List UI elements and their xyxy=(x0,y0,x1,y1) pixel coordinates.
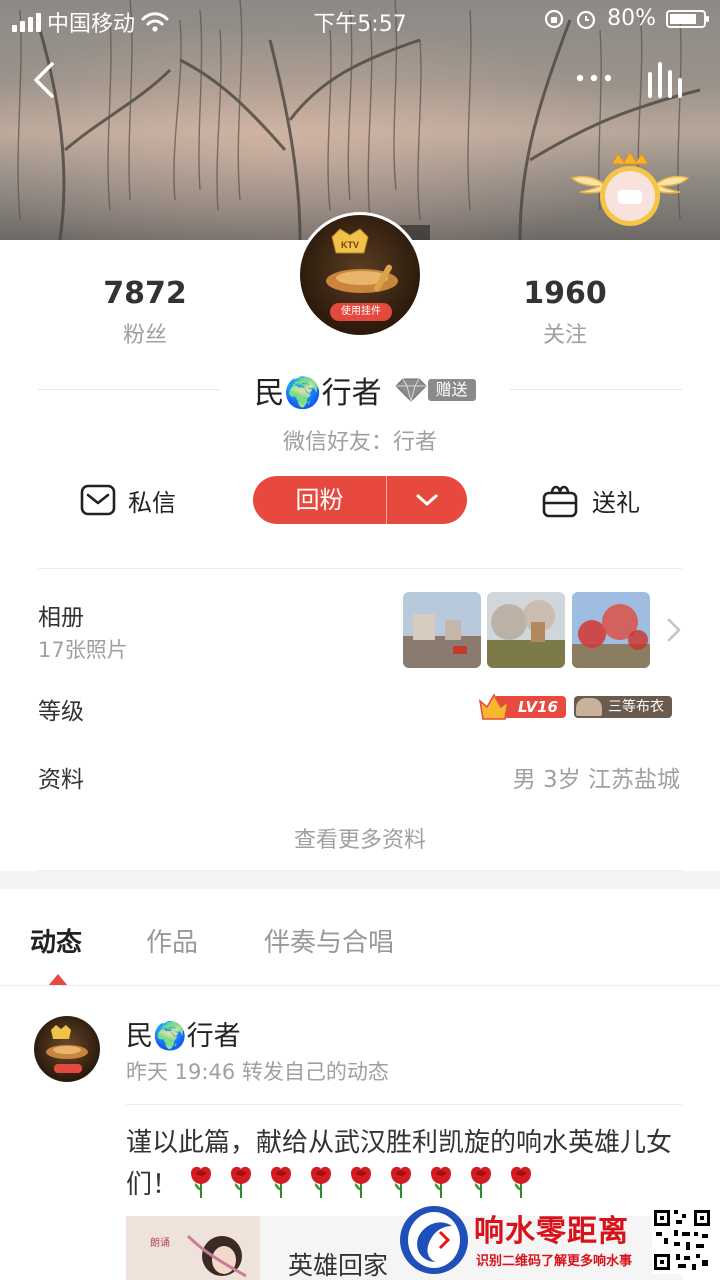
envelope-icon xyxy=(80,484,116,516)
back-button[interactable] xyxy=(28,60,60,100)
battery-percent: 80% xyxy=(607,6,656,31)
song-card-title: 英雄回家 xyxy=(288,1251,389,1280)
level-label: 等级 xyxy=(38,699,84,725)
following-count: 1960 xyxy=(523,276,607,311)
tab-feed[interactable]: 动态 xyxy=(30,922,82,959)
section-separator xyxy=(0,871,720,889)
diamond-icon xyxy=(394,378,427,403)
tab-accompaniment-duet[interactable]: 伴奏与合唱 xyxy=(264,922,394,959)
status-bar: 中国移动 下午5:57 80% xyxy=(0,0,720,40)
tabs-divider xyxy=(0,985,720,986)
user-name: 民🌍行者 xyxy=(254,376,382,411)
svg-text:朗诵: 朗诵 xyxy=(150,1237,170,1249)
tab-works[interactable]: 作品 xyxy=(146,922,198,959)
qr-code-icon xyxy=(652,1206,712,1274)
chevron-down-icon xyxy=(416,494,438,506)
crown-icon xyxy=(478,693,510,720)
album-label: 相册 xyxy=(38,605,84,631)
chevron-right-icon xyxy=(667,618,681,642)
rose-icon xyxy=(351,1166,372,1198)
wechat-friend-text: 微信好友：行者 xyxy=(282,430,437,455)
view-more-info-link[interactable]: 查看更多资料 xyxy=(0,822,720,854)
follow-options-button[interactable] xyxy=(387,476,467,524)
album-photo-thumb[interactable] xyxy=(487,592,565,668)
feed-avatar[interactable] xyxy=(34,1016,100,1082)
fans-stat[interactable]: 7872 粉丝 xyxy=(45,276,245,349)
following-stat[interactable]: 1960 关注 xyxy=(465,276,665,349)
album-count: 17张照片 xyxy=(38,638,128,662)
rose-icon xyxy=(271,1166,292,1198)
watermark-overlay: 响水零距离 识别二维码了解更多响水事 xyxy=(396,1200,720,1280)
avatar-pendant-icon xyxy=(326,264,398,293)
watermark-subtitle: 识别二维码了解更多响水事 xyxy=(476,1254,633,1269)
info-label: 资料 xyxy=(38,767,84,793)
gift-box-icon xyxy=(542,485,578,518)
fans-label: 粉丝 xyxy=(122,323,167,348)
rose-icon xyxy=(511,1166,532,1198)
svg-text:KTV: KTV xyxy=(341,240,359,250)
following-label: 关注 xyxy=(542,323,587,348)
divider xyxy=(38,568,682,569)
more-options-icon[interactable] xyxy=(574,66,614,90)
rose-emoji-row xyxy=(186,1166,546,1200)
rose-icon xyxy=(191,1166,212,1198)
song-cover-image: 朗诵 xyxy=(126,1216,260,1280)
battery-icon xyxy=(666,9,709,28)
vip-crown-badge-icon[interactable] xyxy=(566,150,694,230)
feed-user-name[interactable]: 民🌍行者 xyxy=(126,1014,241,1053)
feed-meta: 昨天 19:46 转发自己的动态 xyxy=(126,1060,389,1084)
avatar-tag: 使用挂件 xyxy=(330,303,392,321)
album-photo-thumb[interactable] xyxy=(403,592,481,668)
orientation-lock-icon xyxy=(544,9,564,28)
feed-text-block: 谨以此篇，献给从武汉胜利凯旋的响水英雄儿女们！ xyxy=(126,1122,686,1206)
rose-icon xyxy=(431,1166,452,1198)
rose-icon xyxy=(391,1166,412,1198)
rose-icon xyxy=(231,1166,252,1198)
avatar-pendant-icon xyxy=(46,1045,88,1059)
watermark-title: 响水零距离 xyxy=(474,1214,629,1249)
rank-badge-text: 三等布衣 xyxy=(608,699,664,715)
gift-tag[interactable]: 赠送 xyxy=(394,377,476,403)
rank-badge[interactable]: 三等布衣 xyxy=(574,696,672,718)
hat-icon xyxy=(576,698,602,716)
album-photo-thumb[interactable] xyxy=(572,592,650,668)
follow-back-group: 回粉 xyxy=(253,476,467,524)
alarm-icon xyxy=(576,10,596,29)
send-gift-button[interactable]: 送礼 xyxy=(540,476,640,524)
profile-avatar[interactable]: KTV 使用挂件 xyxy=(297,212,423,338)
gift-tag-label: 赠送 xyxy=(427,379,476,401)
watermark-logo-icon xyxy=(400,1206,468,1274)
feed-divider xyxy=(126,1104,682,1105)
send-gift-label: 送礼 xyxy=(592,488,640,517)
rose-icon xyxy=(471,1166,492,1198)
follow-back-button[interactable]: 回粉 xyxy=(253,476,387,524)
name-row: 民🌍行者 赠送 xyxy=(220,366,510,414)
info-value: 男 3岁 江苏盐城 xyxy=(512,767,680,793)
audio-bars-icon[interactable] xyxy=(644,60,690,100)
avatar-tag-mini xyxy=(54,1064,82,1073)
level-badge[interactable]: LV16 xyxy=(478,693,566,720)
ktv-crown-icon: KTV xyxy=(331,228,369,254)
rose-icon xyxy=(311,1166,332,1198)
fans-count: 7872 xyxy=(103,276,187,311)
message-button[interactable]: 私信 xyxy=(80,476,176,524)
ktv-crown-icon xyxy=(51,1025,71,1039)
message-label: 私信 xyxy=(128,488,176,517)
